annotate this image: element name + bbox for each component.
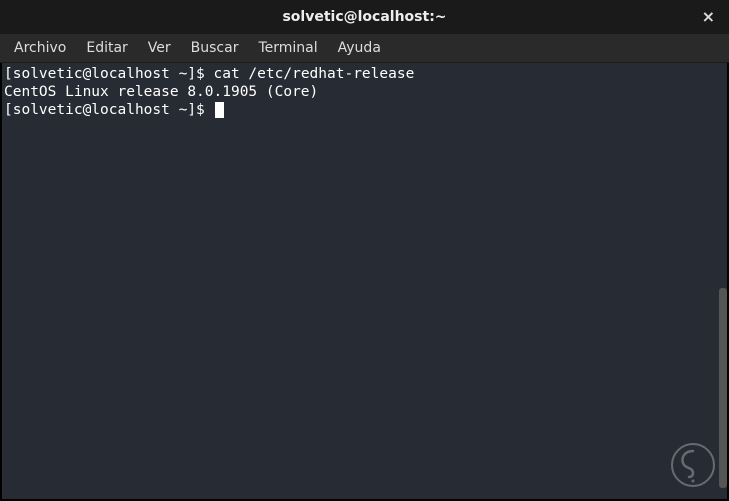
menu-editar[interactable]: Editar	[76, 36, 137, 60]
menu-ver[interactable]: Ver	[138, 36, 181, 60]
prompt-text: [solvetic@localhost ~]$	[4, 66, 214, 82]
cursor-block	[215, 102, 224, 118]
terminal-line: [solvetic@localhost ~]$	[2, 101, 727, 119]
output-text: CentOS Linux release 8.0.1905 (Core)	[4, 84, 318, 100]
terminal-line: CentOS Linux release 8.0.1905 (Core)	[2, 83, 727, 101]
close-button[interactable]: ×	[698, 7, 719, 27]
menu-archivo[interactable]: Archivo	[4, 36, 76, 60]
scrollbar-thumb[interactable]	[719, 288, 727, 488]
window-titlebar: solvetic@localhost:~ ×	[0, 0, 729, 34]
terminal-viewport[interactable]: [solvetic@localhost ~]$ cat /etc/redhat-…	[2, 63, 727, 499]
command-text: cat /etc/redhat-release	[214, 66, 415, 82]
menu-terminal[interactable]: Terminal	[248, 36, 327, 60]
prompt-text: [solvetic@localhost ~]$	[4, 102, 214, 118]
menu-ayuda[interactable]: Ayuda	[328, 36, 391, 60]
menu-buscar[interactable]: Buscar	[181, 36, 249, 60]
watermark-icon	[671, 443, 715, 487]
terminal-line: [solvetic@localhost ~]$ cat /etc/redhat-…	[2, 65, 727, 83]
window-title: solvetic@localhost:~	[282, 9, 446, 25]
menubar: Archivo Editar Ver Buscar Terminal Ayuda	[0, 34, 729, 63]
